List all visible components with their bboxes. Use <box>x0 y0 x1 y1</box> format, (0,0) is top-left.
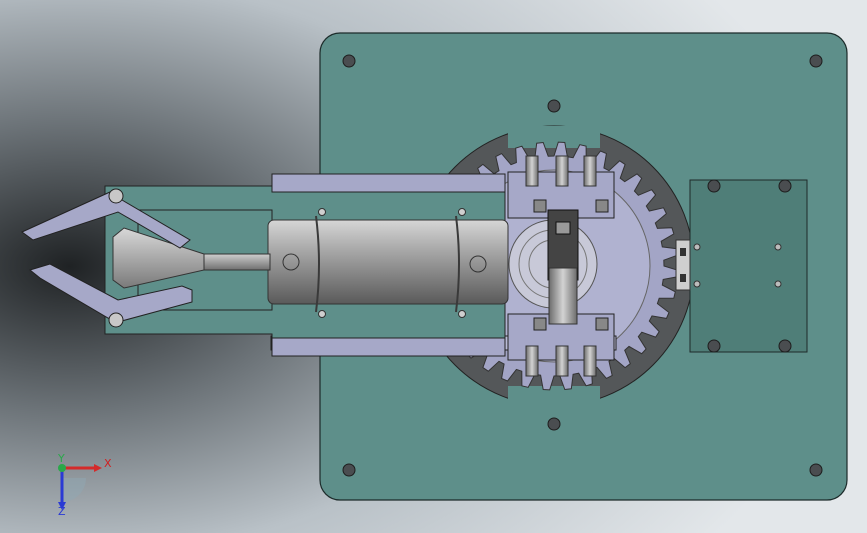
upper-rail <box>271 173 506 193</box>
joint-pin <box>525 155 539 187</box>
lower-rail-front <box>271 337 506 357</box>
3d-model-view[interactable] <box>0 0 867 533</box>
mount-hole <box>342 54 356 68</box>
plate-screw <box>778 339 792 353</box>
plate-screw <box>778 179 792 193</box>
coordinate-triad[interactable]: X Y Z <box>48 452 118 516</box>
bracket-nut <box>595 317 609 331</box>
plate-screw <box>707 339 721 353</box>
plate-screw <box>707 179 721 193</box>
y-axis-dot <box>58 464 66 472</box>
mount-hole <box>342 463 356 477</box>
plate-hole <box>693 280 701 288</box>
clamp-bolt <box>318 310 326 318</box>
clamp-bolt <box>458 310 466 318</box>
bracket-nut <box>533 317 547 331</box>
x-axis-head <box>94 464 102 472</box>
motor-shaft <box>555 221 571 235</box>
piston-rod <box>199 253 271 271</box>
triad-plane <box>62 478 86 502</box>
finger-pivot-pin <box>108 188 124 204</box>
plate-hole <box>774 243 782 251</box>
finger-pivot-pin <box>108 312 124 328</box>
joint-pin <box>555 345 569 377</box>
plate-hole <box>774 280 782 288</box>
cylinder-body <box>267 219 509 305</box>
bracket-nut <box>595 199 609 213</box>
ring-screw <box>547 417 561 431</box>
joint-pin <box>525 345 539 377</box>
y-axis-label: Y <box>57 452 65 465</box>
ring-cutout <box>508 386 600 408</box>
ring-cutout <box>508 126 600 148</box>
joint-pin <box>583 155 597 187</box>
clamp-bolt <box>458 208 466 216</box>
clamp-bolt <box>318 208 326 216</box>
mount-hole <box>809 463 823 477</box>
ring-screw <box>547 99 561 113</box>
z-axis-label: Z <box>58 505 66 516</box>
cad-viewport[interactable]: X Y Z <box>0 0 867 533</box>
joint-pin <box>555 155 569 187</box>
bracket-nut <box>533 199 547 213</box>
pinion-slot <box>680 274 686 282</box>
plate-hole <box>693 243 701 251</box>
motor-mount-plate[interactable] <box>675 179 808 353</box>
pinion-slot <box>680 248 686 256</box>
pinion-bracket <box>675 239 691 291</box>
drive-shaft <box>548 267 578 325</box>
joint-pin <box>583 345 597 377</box>
mount-hole <box>809 54 823 68</box>
x-axis-label: X <box>104 457 112 470</box>
